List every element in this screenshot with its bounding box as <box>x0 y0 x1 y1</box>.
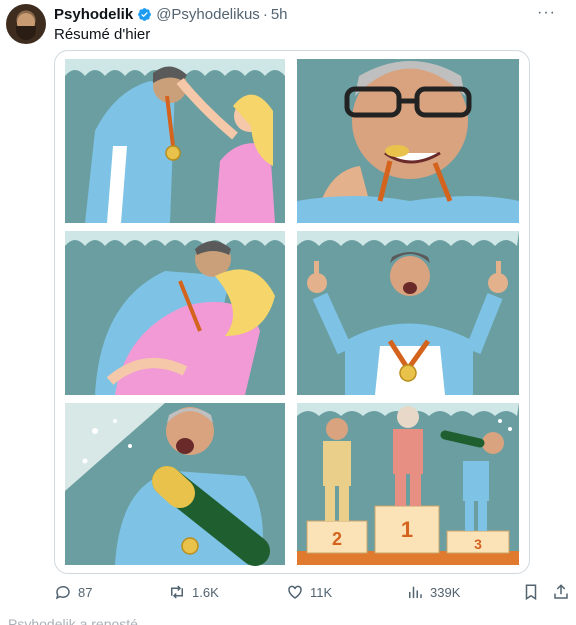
avatar-beard <box>16 26 36 40</box>
podium-number-3: 3 <box>474 536 482 552</box>
reply-count: 87 <box>78 584 93 600</box>
panel-kiss <box>65 231 285 395</box>
repost-icon <box>171 585 183 599</box>
reply-icon <box>55 585 70 600</box>
share-icon <box>554 584 568 599</box>
tweet-text: Résumé d'hier <box>54 26 151 43</box>
more-options-icon[interactable]: ··· <box>537 4 556 22</box>
author-handle[interactable]: @Psyhodelikus <box>156 6 260 23</box>
tweet-actions: 87 1.6K 11K 339K <box>54 580 570 604</box>
panel-medal-bite <box>297 59 519 223</box>
panel-middle-fingers <box>297 231 519 395</box>
panel-medal-ceremony <box>65 59 285 223</box>
panel-champagne <box>65 403 285 566</box>
reply-button[interactable]: 87 <box>54 580 92 604</box>
heart-icon <box>288 585 302 599</box>
avatar[interactable] <box>6 4 46 44</box>
share-button[interactable] <box>552 580 576 604</box>
views-chart-icon <box>409 586 422 598</box>
repost-count: 1.6K <box>192 584 219 600</box>
panel-podium: 2 1 3 <box>297 403 519 565</box>
bookmark-icon <box>525 584 537 601</box>
tweet-header: Psyhodelik @Psyhodelikus · 5h ··· <box>54 4 566 24</box>
like-button[interactable]: 11K <box>286 580 332 604</box>
repost-button[interactable]: 1.6K <box>168 580 219 604</box>
view-count: 339K <box>430 584 461 600</box>
tweet-timestamp[interactable]: 5h <box>271 6 288 23</box>
bookmark-button[interactable] <box>522 580 546 604</box>
podium-number-2: 2 <box>332 529 342 549</box>
next-tweet-partial: Psyhodelik a reposté <box>8 616 138 625</box>
views-button[interactable]: 339K <box>406 580 460 604</box>
separator-dot: · <box>262 5 268 23</box>
comic-strip-image: 2 1 3 <box>65 59 519 566</box>
podium-number-1: 1 <box>401 517 413 542</box>
tweet-media-image[interactable]: 2 1 3 <box>54 50 530 574</box>
author-name[interactable]: Psyhodelik <box>54 6 133 23</box>
verified-badge-icon <box>138 7 152 21</box>
like-count: 11K <box>310 584 333 600</box>
